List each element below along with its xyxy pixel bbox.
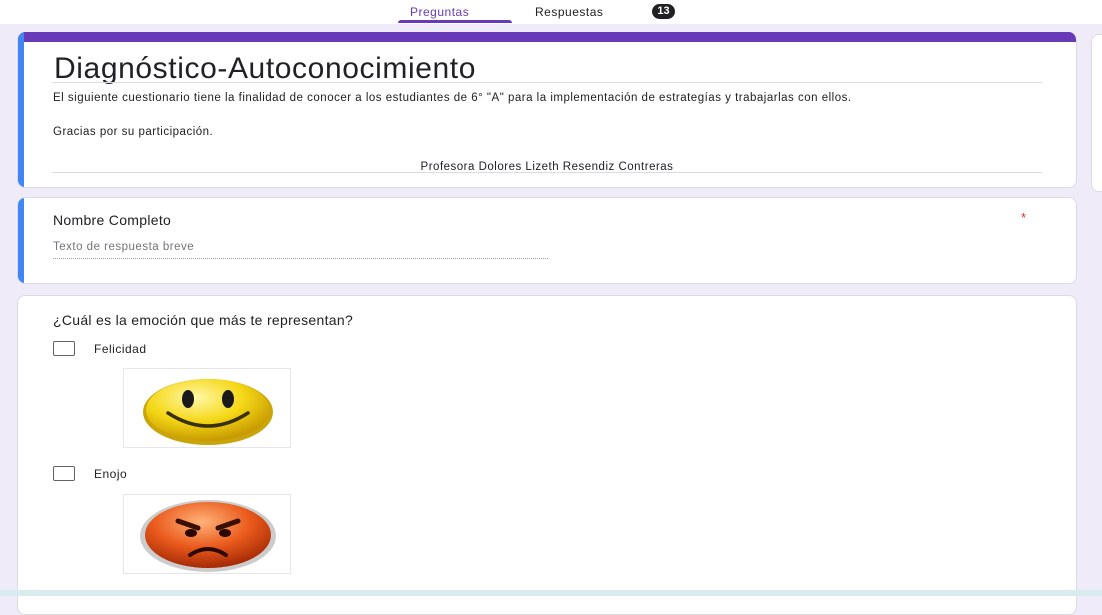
angry-face-icon bbox=[123, 494, 291, 574]
form-description[interactable]: El siguiente cuestionario tiene la final… bbox=[53, 92, 1043, 104]
tab-responses[interactable]: Respuestas bbox=[535, 5, 603, 19]
checkbox[interactable] bbox=[53, 341, 75, 356]
option-label: Felicidad bbox=[94, 342, 147, 356]
horizontal-scrollbar[interactable] bbox=[0, 590, 1102, 596]
question-card-name[interactable]: Nombre Completo * Texto de respuesta bre… bbox=[17, 197, 1077, 284]
form-title[interactable]: Diagnóstico-Autoconocimiento bbox=[54, 52, 476, 86]
top-tab-bar: Preguntas Respuestas 13 bbox=[0, 0, 1102, 24]
short-answer-input[interactable]: Texto de respuesta breve bbox=[53, 241, 548, 259]
tab-questions[interactable]: Preguntas bbox=[410, 5, 469, 19]
question-title: ¿Cuál es la emoción que más te represent… bbox=[53, 312, 354, 328]
focus-indicator bbox=[18, 32, 24, 187]
smiley-face-icon bbox=[123, 368, 291, 448]
header-accent-bar bbox=[18, 32, 1076, 42]
question-card-emotion[interactable]: ¿Cuál es la emoción que más te represent… bbox=[17, 295, 1077, 615]
focus-indicator bbox=[18, 198, 24, 283]
tab-active-indicator bbox=[398, 20, 512, 23]
floating-toolbar bbox=[1091, 34, 1102, 192]
question-title: Nombre Completo bbox=[53, 212, 172, 228]
form-thanks-text[interactable]: Gracias por su participación. bbox=[53, 126, 213, 138]
option-label: Enojo bbox=[94, 467, 128, 481]
title-divider bbox=[52, 82, 1042, 83]
form-header-card[interactable]: Diagnóstico-Autoconocimiento El siguient… bbox=[17, 32, 1077, 188]
responses-count-badge: 13 bbox=[652, 4, 675, 19]
required-asterisk: * bbox=[1021, 210, 1027, 225]
description-divider bbox=[52, 172, 1042, 173]
checkbox[interactable] bbox=[53, 466, 75, 481]
